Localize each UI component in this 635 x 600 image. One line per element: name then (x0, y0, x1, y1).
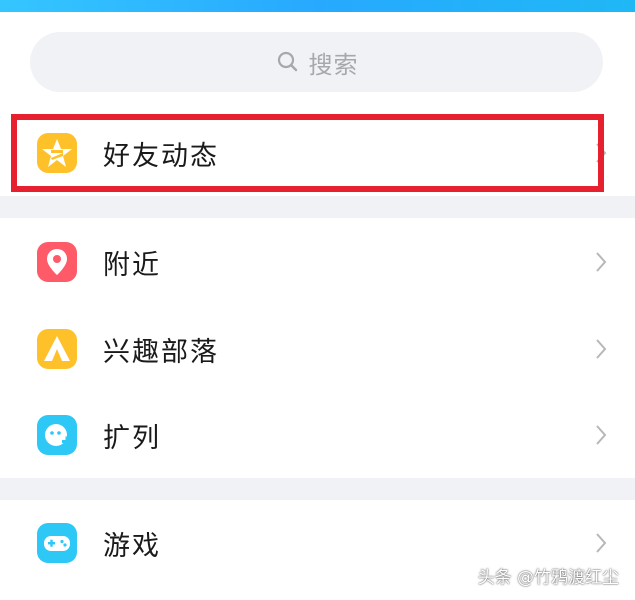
list-item-label: 附近 (103, 249, 161, 281)
search-icon (277, 51, 297, 72)
list-item-label: 扩列 (103, 422, 161, 454)
add-friend-icon (37, 415, 77, 455)
watermark: 头条 @竹鸦渡红尘 (477, 568, 619, 588)
list-item-expand-list[interactable]: 扩列 (0, 392, 635, 478)
list-item-label: 好友动态 (103, 140, 219, 172)
chevron-right-icon (596, 143, 607, 163)
top-status-bar (0, 0, 635, 12)
chevron-right-icon (596, 252, 607, 272)
section-divider (0, 196, 635, 218)
chevron-right-icon (596, 533, 607, 553)
chevron-right-icon (596, 425, 607, 445)
search-bar[interactable]: 搜索 (30, 32, 603, 92)
location-pin-icon (37, 242, 77, 282)
list-item-label: 游戏 (103, 530, 161, 562)
gamepad-icon (37, 523, 77, 563)
section-divider (0, 478, 635, 500)
chevron-right-icon (596, 339, 607, 359)
search-placeholder: 搜索 (308, 50, 359, 79)
list-item-friend-feed[interactable]: 好友动态 (0, 110, 635, 196)
star-icon (37, 133, 77, 173)
list-item-nearby[interactable]: 附近 (0, 219, 635, 305)
tent-icon (37, 329, 77, 369)
list-item-label: 兴趣部落 (103, 336, 219, 368)
list-item-interest-tribe[interactable]: 兴趣部落 (0, 306, 635, 392)
